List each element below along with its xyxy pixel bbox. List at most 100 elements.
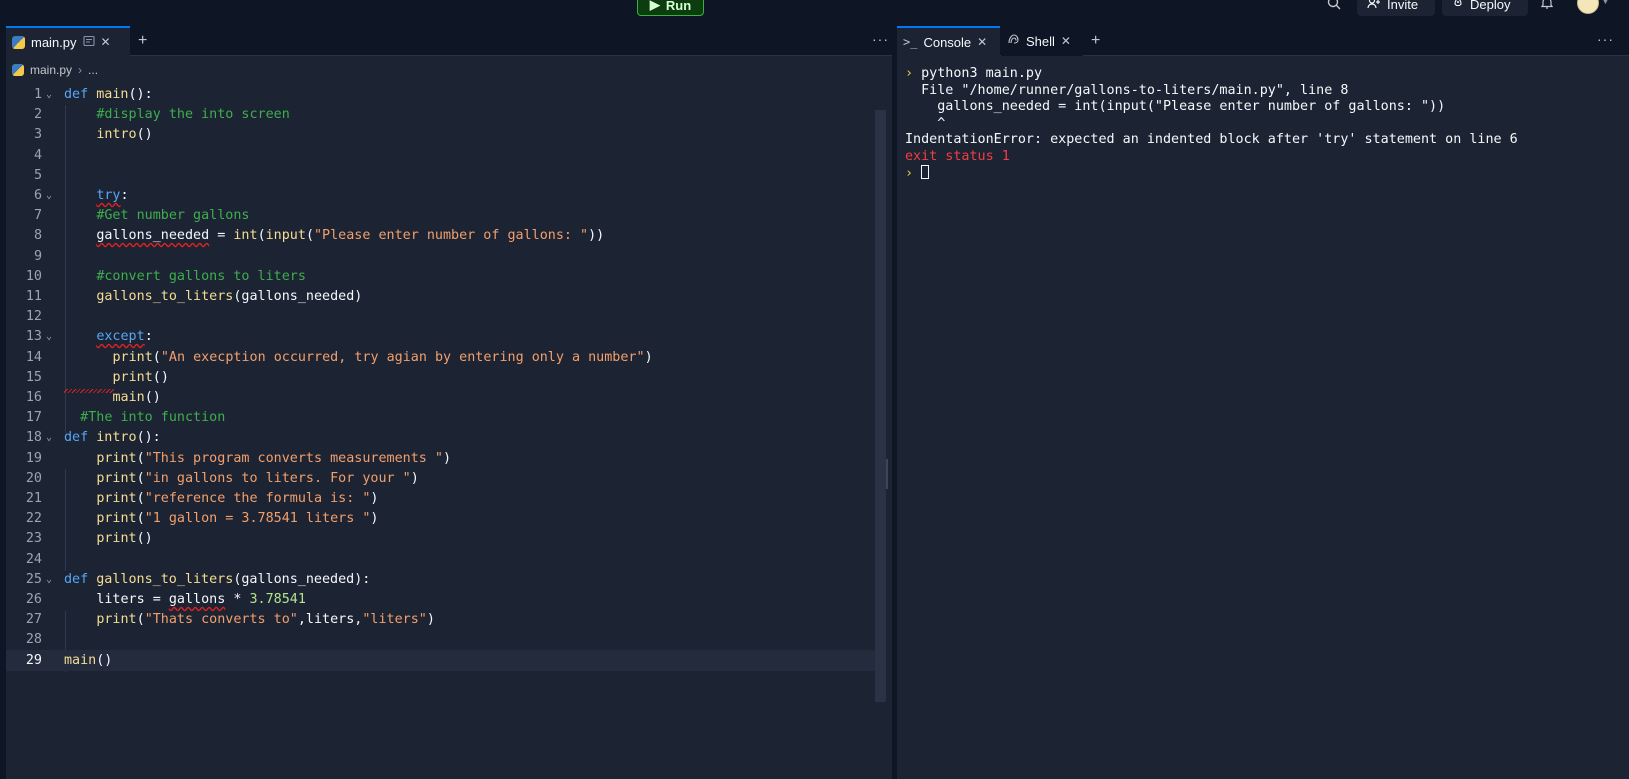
code-token: : — [120, 188, 129, 203]
code-token: print — [96, 450, 137, 466]
breadcrumb: main.py › ... — [12, 60, 98, 80]
code-line[interactable]: 6 ⌄ try: — [6, 185, 876, 206]
code-text: try: — [96, 185, 128, 206]
code-line[interactable]: 11 gallons_to_liters(gallons_needed) — [6, 286, 876, 307]
code-line[interactable]: 12 — [6, 306, 876, 327]
code-line[interactable]: 18 ⌄ def intro(): — [6, 427, 876, 448]
add-tab-icon[interactable]: + — [138, 32, 147, 50]
code-line[interactable]: 29 main() — [6, 649, 876, 671]
markdown-preview-icon[interactable] — [82, 35, 95, 50]
code-line[interactable]: 22 print("1 gallon = 3.78541 liters ") — [6, 508, 876, 529]
code-line[interactable]: 24 — [6, 549, 876, 570]
line-number: 26 — [25, 592, 42, 607]
code-token: int — [233, 228, 258, 244]
code-line[interactable]: 2 #display the into screen — [6, 104, 876, 125]
code-text: gallons_to_liters(gallons_needed) — [96, 286, 362, 307]
console-output[interactable]: › python3 main.py File "/home/runner/gal… — [905, 66, 1620, 183]
shell-icon — [1007, 33, 1020, 49]
code-editor[interactable]: 1 ⌄ def main(): 2 #display the into screen 3 i… — [6, 84, 886, 724]
code-line[interactable]: 4 — [6, 145, 876, 166]
code-token: (gallons_needed) — [233, 289, 363, 304]
code-line[interactable]: 21 print("reference the formula is: ") — [6, 488, 876, 509]
deploy-button[interactable]: Deploy — [1442, 0, 1528, 16]
code-line[interactable]: 28 — [6, 629, 876, 650]
error-underline — [64, 389, 114, 393]
more-options-icon[interactable]: ··· — [872, 31, 889, 47]
code-token: gallons_to_liters — [96, 289, 234, 304]
code-line[interactable]: 8 gallons_needed = int(input("Please ente… — [6, 225, 876, 246]
code-line[interactable]: 19 print("This program converts measureme… — [6, 448, 876, 469]
add-tab-icon[interactable]: + — [1091, 32, 1100, 50]
code-token: #Get number gallons — [96, 208, 250, 224]
fold-chevron-icon[interactable]: ⌄ — [46, 427, 52, 448]
close-icon[interactable]: ✕ — [977, 35, 987, 49]
avatar[interactable] — [1577, 0, 1599, 14]
chevron-right-icon: › — [78, 63, 83, 77]
top-bar: ▶ Run Invite Deploy ▼ — [0, 0, 1629, 26]
line-number: 21 — [25, 491, 42, 506]
code-token: main — [64, 652, 97, 668]
line-number: 8 — [33, 228, 42, 244]
bell-icon[interactable] — [1540, 0, 1554, 12]
code-token: (): — [128, 87, 153, 102]
code-token: print — [96, 612, 137, 628]
breadcrumb-file[interactable]: main.py — [30, 63, 72, 77]
pane-resize-handle[interactable] — [886, 459, 888, 489]
fold-chevron-icon[interactable]: ⌄ — [46, 569, 52, 590]
line-number: 9 — [33, 248, 42, 264]
tab-main-py[interactable]: main.py ✕ — [6, 26, 130, 56]
code-line[interactable]: 26 liters = gallons * 3.78541 — [6, 589, 876, 610]
run-button[interactable]: ▶ Run — [637, 0, 704, 16]
code-token: main — [96, 87, 129, 102]
add-user-icon — [1367, 0, 1381, 12]
close-icon[interactable]: ✕ — [101, 35, 111, 49]
fold-chevron-icon[interactable]: ⌄ — [46, 84, 52, 105]
code-line[interactable]: 25 ⌄ def gallons_to_liters(gallons_needed)… — [6, 569, 876, 590]
code-token: "in gallons to liters. For your " — [144, 470, 411, 486]
code-line[interactable]: 9 — [6, 246, 876, 267]
code-token: print — [96, 531, 137, 547]
code-token: () — [152, 369, 169, 385]
code-token: print — [112, 349, 153, 365]
code-token: ( — [136, 470, 145, 486]
code-line[interactable]: 16 main() — [6, 387, 876, 408]
line-number: 7 — [33, 208, 42, 224]
code-line[interactable]: 20 print("in gallons to liters. For your … — [6, 468, 876, 489]
code-token: : — [144, 329, 153, 345]
code-line[interactable]: 27 print("Thats converts to",liters,"lite… — [6, 609, 876, 630]
code-line[interactable]: 5 — [6, 165, 876, 186]
code-text: #convert gallons to liters — [96, 266, 306, 287]
line-number: 29 — [25, 652, 42, 668]
code-line[interactable]: 15 print() — [6, 367, 876, 388]
code-line[interactable]: 10 #convert gallons to liters — [6, 266, 876, 287]
chevron-down-icon[interactable]: ▼ — [1601, 0, 1610, 6]
code-line[interactable]: 7 #Get number gallons — [6, 205, 876, 226]
more-options-icon[interactable]: ··· — [1597, 31, 1614, 47]
code-line[interactable]: 14 print("An execption occurred, try agia… — [6, 347, 876, 368]
code-line[interactable]: 13 ⌄ except: — [6, 326, 876, 347]
code-line[interactable]: 1 ⌄ def main(): — [6, 84, 876, 105]
code-line[interactable]: 3 intro() — [6, 124, 876, 145]
line-number: 12 — [25, 309, 42, 325]
code-token: def — [64, 571, 89, 587]
fold-chevron-icon[interactable]: ⌄ — [46, 185, 52, 206]
breadcrumb-more[interactable]: ... — [88, 63, 98, 77]
code-line[interactable]: 17 #The into function — [6, 407, 876, 428]
close-icon[interactable]: ✕ — [1061, 34, 1071, 48]
search-icon[interactable] — [1327, 0, 1341, 13]
code-token: ) — [370, 491, 379, 506]
line-number: 10 — [25, 268, 42, 284]
line-number: 17 — [25, 410, 42, 426]
invite-button[interactable]: Invite — [1357, 0, 1435, 16]
tab-console[interactable]: >_ Console ✕ — [897, 26, 1000, 56]
code-token: gallons_needed — [96, 228, 210, 244]
code-token: () — [96, 652, 113, 668]
tab-shell[interactable]: Shell ✕ — [1001, 26, 1083, 56]
code-token: input — [265, 228, 306, 244]
fold-chevron-icon[interactable]: ⌄ — [46, 326, 52, 347]
line-number: 11 — [25, 289, 42, 304]
code-line[interactable]: 23 print() — [6, 528, 876, 549]
code-token: ) — [644, 349, 653, 365]
code-token: #convert gallons to liters — [96, 268, 306, 284]
vertical-scrollbar[interactable] — [875, 110, 886, 702]
